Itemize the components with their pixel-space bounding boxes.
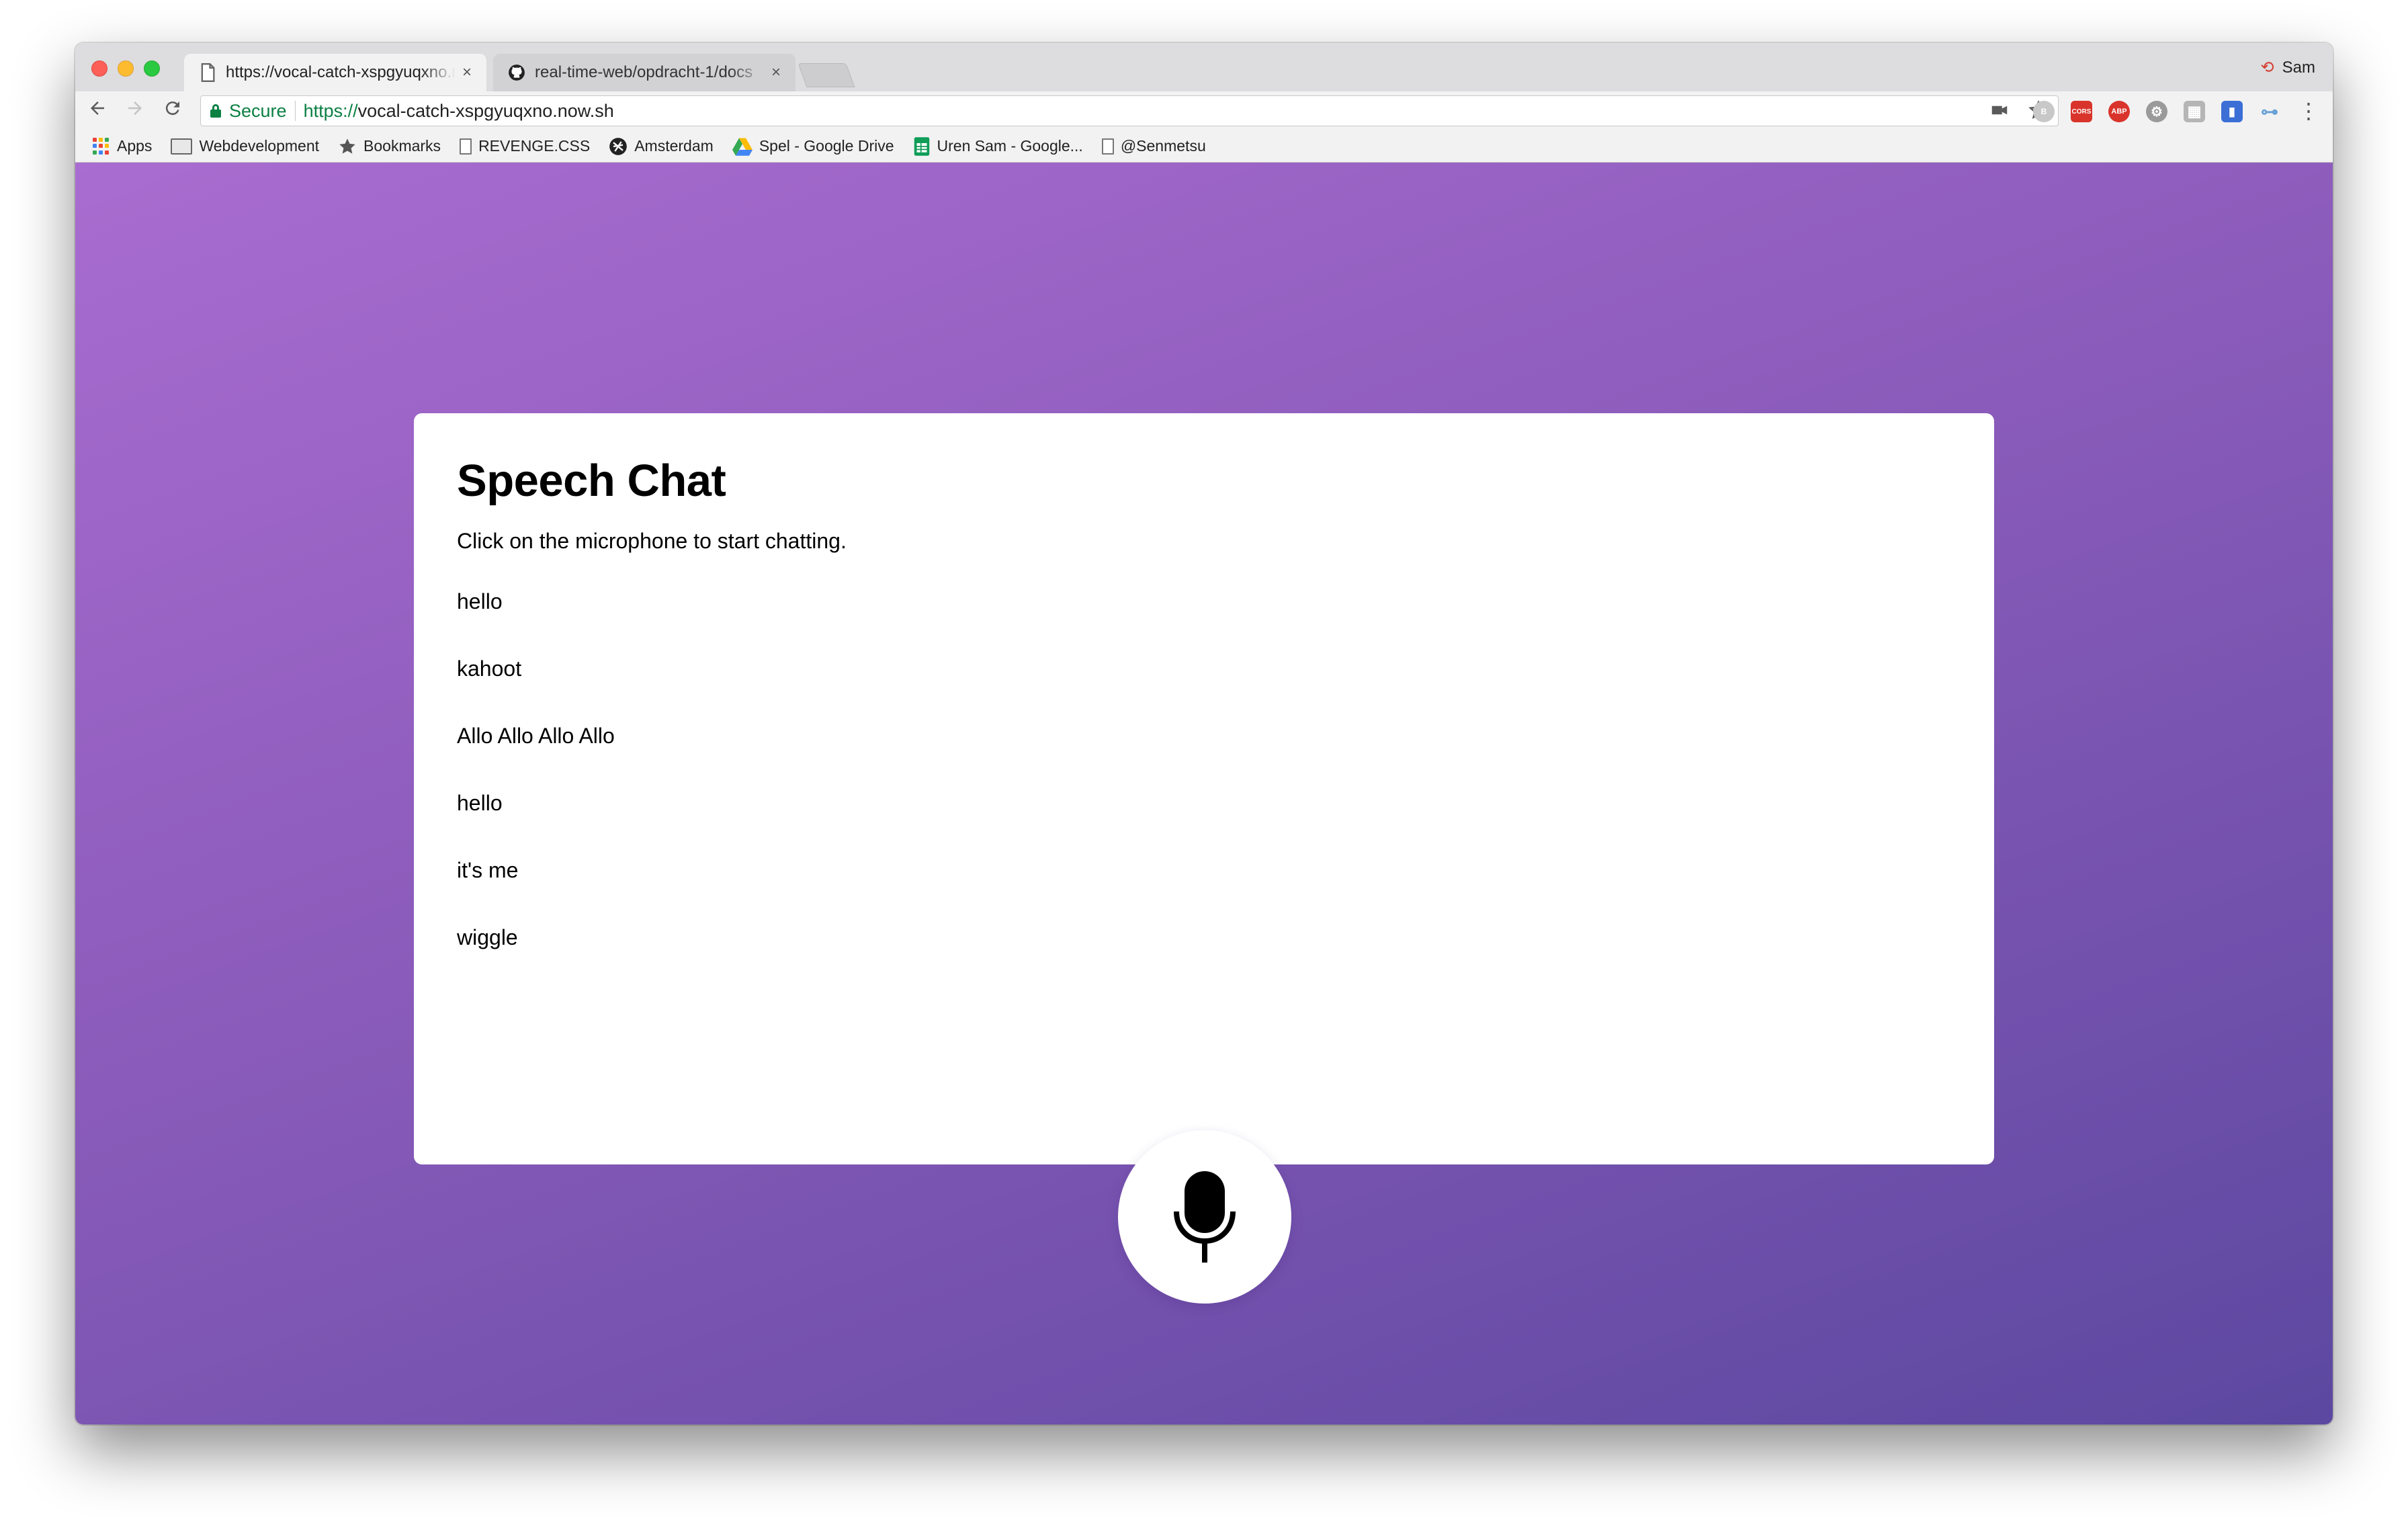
- bookmark-bookmarks[interactable]: Bookmarks: [338, 137, 441, 156]
- page-icon: [201, 63, 215, 82]
- chat-message: Allo Allo Allo Allo: [457, 724, 615, 748]
- forward-button[interactable]: [122, 98, 148, 124]
- bookmark-revenge-css[interactable]: REVENGE.CSS: [460, 137, 590, 155]
- message-list: hello kahoot Allo Allo Allo Allo hello i…: [457, 588, 615, 991]
- bookmark-label: Uren Sam - Google...: [937, 137, 1083, 155]
- bookmark-amsterdam[interactable]: Amsterdam: [609, 137, 714, 156]
- bookmark-webdevelopment[interactable]: Webdevelopment: [171, 137, 319, 155]
- camera-icon[interactable]: [1989, 100, 2010, 120]
- lock-icon: [210, 104, 221, 118]
- adblock-plus-icon[interactable]: ABP: [2108, 101, 2130, 122]
- extension-icons: B CORS ABP ⚙ ▦ ▮ ⊶: [2033, 101, 2280, 122]
- forward-arrow-icon: [128, 101, 142, 115]
- maximize-window-button[interactable]: [144, 60, 160, 77]
- bookmark-apps[interactable]: Apps: [93, 137, 152, 155]
- bitdefender-extension-icon[interactable]: B: [2033, 101, 2055, 122]
- close-tab-icon[interactable]: ×: [771, 63, 781, 82]
- close-window-button[interactable]: [91, 60, 108, 77]
- back-arrow-icon: [91, 101, 104, 115]
- sync-error-icon: ⟲: [2260, 58, 2274, 77]
- folder-icon: [171, 138, 193, 155]
- page-icon: [460, 138, 472, 155]
- google-drive-icon: [732, 137, 752, 156]
- instructions-text: Click on the microphone to start chattin…: [457, 529, 847, 553]
- close-tab-icon[interactable]: ×: [462, 63, 472, 82]
- bookmark-label: Bookmarks: [363, 137, 441, 155]
- amsterdam-icon: [609, 137, 628, 156]
- profile-button[interactable]: ⟲ Sam: [2261, 58, 2315, 77]
- browser-toolbar: Secure https:// vocal-catch-xspgyuqxno.n…: [75, 91, 2333, 130]
- microphone-icon: [1174, 1171, 1236, 1263]
- tab-title: https://vocal-catch-xspgyuqxno.now.sh: [226, 63, 456, 81]
- page-viewport: Speech Chat Click on the microphone to s…: [75, 163, 2333, 1424]
- tab-strip: https://vocal-catch-xspgyuqxno.now.sh × …: [75, 43, 2333, 91]
- bookmarks-bar: Apps Webdevelopment Bookmarks REVENGE.CS…: [75, 130, 2333, 163]
- new-tab-button[interactable]: [798, 63, 855, 87]
- secure-label: Secure: [229, 100, 287, 121]
- url-host: vocal-catch-xspgyuqxno.now.sh: [357, 100, 614, 121]
- tab-title: real-time-web/opdracht-1/docs: [535, 63, 753, 81]
- minimize-window-button[interactable]: [118, 60, 134, 77]
- tab-vocal-catch[interactable]: https://vocal-catch-xspgyuqxno.now.sh ×: [184, 54, 486, 91]
- apps-grid-icon: [93, 137, 110, 155]
- blue-extension-icon[interactable]: ▮: [2221, 101, 2243, 122]
- chat-message: hello: [457, 791, 503, 815]
- chat-message: wiggle: [457, 925, 518, 949]
- bookmark-uren-sam[interactable]: Uren Sam - Google...: [913, 136, 1083, 157]
- url-divider: [294, 101, 296, 121]
- bookmark-label: Amsterdam: [634, 137, 714, 155]
- browser-menu-icon[interactable]: ⋮: [2298, 99, 2319, 122]
- star-icon: [338, 137, 357, 156]
- google-sheets-icon: [913, 136, 931, 157]
- chat-message: hello: [457, 589, 503, 613]
- bookmark-label: REVENGE.CSS: [478, 137, 591, 155]
- chat-card: Speech Chat Click on the microphone to s…: [414, 413, 1994, 1164]
- reload-button[interactable]: [160, 98, 185, 124]
- back-button[interactable]: [85, 98, 110, 124]
- address-bar[interactable]: Secure https:// vocal-catch-xspgyuqxno.n…: [200, 95, 2059, 126]
- bookmark-senmetsu[interactable]: @Senmetsu: [1101, 137, 1206, 155]
- chat-message: it's me: [457, 858, 519, 882]
- bookmark-label: Webdevelopment: [199, 137, 320, 155]
- page-title: Speech Chat: [457, 456, 726, 506]
- chat-message: kahoot: [457, 656, 522, 681]
- browser-window: https://vocal-catch-xspgyuqxno.now.sh × …: [75, 43, 2333, 1424]
- bookmark-label: Spel - Google Drive: [759, 137, 894, 155]
- settings-extension-icon[interactable]: ⚙: [2146, 101, 2167, 122]
- cors-extension-icon[interactable]: CORS: [2071, 101, 2092, 122]
- profile-name: Sam: [2282, 58, 2315, 77]
- bookmark-spel-google-drive[interactable]: Spel - Google Drive: [732, 137, 894, 156]
- microphone-button[interactable]: [1118, 1130, 1291, 1304]
- bookmark-label: Apps: [117, 137, 153, 155]
- qr-code-extension-icon[interactable]: ▦: [2184, 101, 2205, 122]
- tab-github-repo[interactable]: real-time-web/opdracht-1/docs ×: [493, 54, 796, 91]
- github-icon: [509, 65, 525, 81]
- bookmark-label: @Senmetsu: [1120, 137, 1206, 155]
- url-scheme: https://: [303, 100, 358, 121]
- toggle-extension-icon[interactable]: ⊶: [2259, 101, 2280, 122]
- reload-icon: [165, 101, 179, 116]
- page-icon: [1101, 138, 1114, 155]
